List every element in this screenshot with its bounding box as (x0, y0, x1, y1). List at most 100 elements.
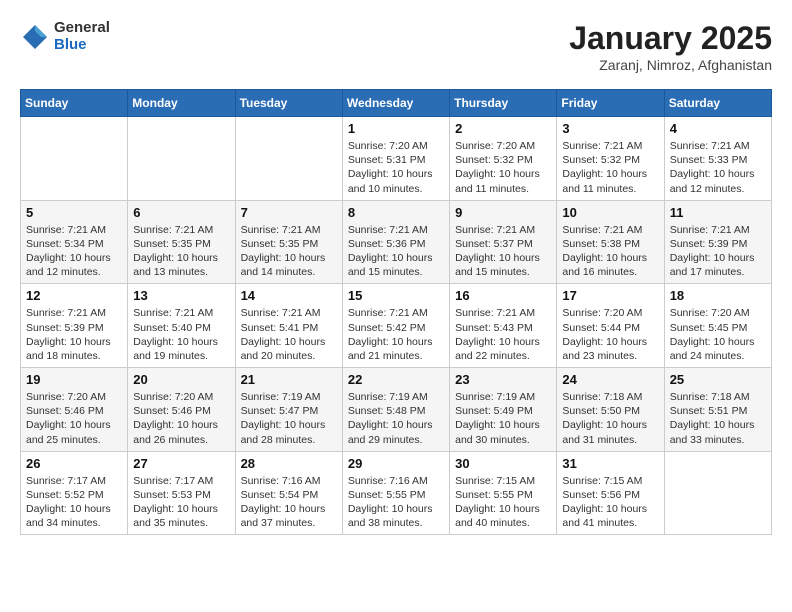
day-info: Sunrise: 7:20 AMSunset: 5:46 PMDaylight:… (26, 390, 122, 447)
cell-week2-day1: 6Sunrise: 7:21 AMSunset: 5:35 PMDaylight… (128, 200, 235, 284)
day-number: 14 (241, 288, 337, 303)
day-number: 30 (455, 456, 551, 471)
day-number: 22 (348, 372, 444, 387)
cell-week2-day5: 10Sunrise: 7:21 AMSunset: 5:38 PMDayligh… (557, 200, 664, 284)
day-info: Sunrise: 7:21 AMSunset: 5:34 PMDaylight:… (26, 223, 122, 280)
week-row-3: 12 Sunrise: 7:21 AMSunset: 5:39 PMDayligh… (21, 284, 772, 368)
day-info: Sunrise: 7:21 AMSunset: 5:40 PMDaylight:… (133, 306, 229, 363)
header-friday: Friday (557, 90, 664, 117)
day-info: Sunrise: 7:17 AMSunset: 5:52 PMDaylight:… (26, 474, 122, 531)
day-number: 6 (133, 205, 229, 220)
cell-week3-day6: 18 Sunrise: 7:20 AMSunset: 5:45 PMDayligh… (664, 284, 771, 368)
cell-week1-day1 (128, 117, 235, 201)
cell-week2-day6: 11Sunrise: 7:21 AMSunset: 5:39 PMDayligh… (664, 200, 771, 284)
logo-general: General (54, 20, 110, 37)
week-row-1: 1 Sunrise: 7:20 AMSunset: 5:31 PMDaylight… (21, 117, 772, 201)
day-info: Sunrise: 7:21 AMSunset: 5:43 PMDaylight:… (455, 306, 551, 363)
cell-week2-day4: 9 Sunrise: 7:21 AMSunset: 5:37 PMDaylight… (450, 200, 557, 284)
week-row-4: 19Sunrise: 7:20 AMSunset: 5:46 PMDayligh… (21, 368, 772, 452)
day-number: 27 (133, 456, 229, 471)
day-number: 8 (348, 205, 444, 220)
day-number: 4 (670, 121, 766, 136)
day-number: 1 (348, 121, 444, 136)
day-number: 3 (562, 121, 658, 136)
header-monday: Monday (128, 90, 235, 117)
cell-week2-day2: 7Sunrise: 7:21 AMSunset: 5:35 PMDaylight… (235, 200, 342, 284)
day-number: 28 (241, 456, 337, 471)
header-sunday: Sunday (21, 90, 128, 117)
cell-week4-day2: 21Sunrise: 7:19 AMSunset: 5:47 PMDayligh… (235, 368, 342, 452)
month-title: January 2025 (569, 20, 772, 57)
day-info: Sunrise: 7:15 AMSunset: 5:55 PMDaylight:… (455, 474, 551, 531)
cell-week1-day4: 2Sunrise: 7:20 AMSunset: 5:32 PMDaylight… (450, 117, 557, 201)
day-info: Sunrise: 7:17 AMSunset: 5:53 PMDaylight:… (133, 474, 229, 531)
day-info: Sunrise: 7:20 AMSunset: 5:44 PMDaylight:… (562, 306, 658, 363)
calendar-table: SundayMondayTuesdayWednesdayThursdayFrid… (20, 89, 772, 535)
cell-week1-day6: 4 Sunrise: 7:21 AMSunset: 5:33 PMDaylight… (664, 117, 771, 201)
day-number: 25 (670, 372, 766, 387)
day-number: 26 (26, 456, 122, 471)
day-info: Sunrise: 7:18 AMSunset: 5:51 PMDaylight:… (670, 390, 766, 447)
cell-week5-day0: 26 Sunrise: 7:17 AMSunset: 5:52 PMDayligh… (21, 451, 128, 535)
day-info: Sunrise: 7:21 AMSunset: 5:36 PMDaylight:… (348, 223, 444, 280)
day-number: 5 (26, 205, 122, 220)
cell-week3-day0: 12 Sunrise: 7:21 AMSunset: 5:39 PMDayligh… (21, 284, 128, 368)
logo-text: General Blue (54, 20, 110, 53)
day-number: 21 (241, 372, 337, 387)
cell-week2-day0: 5 Sunrise: 7:21 AMSunset: 5:34 PMDaylight… (21, 200, 128, 284)
header-thursday: Thursday (450, 90, 557, 117)
cell-week4-day3: 22Sunrise: 7:19 AMSunset: 5:48 PMDayligh… (342, 368, 449, 452)
day-number: 9 (455, 205, 551, 220)
day-number: 24 (562, 372, 658, 387)
cell-week1-day3: 1 Sunrise: 7:20 AMSunset: 5:31 PMDaylight… (342, 117, 449, 201)
day-info: Sunrise: 7:20 AMSunset: 5:46 PMDaylight:… (133, 390, 229, 447)
day-info: Sunrise: 7:21 AMSunset: 5:38 PMDaylight:… (562, 223, 658, 280)
cell-week5-day3: 29 Sunrise: 7:16 AMSunset: 5:55 PMDayligh… (342, 451, 449, 535)
day-number: 31 (562, 456, 658, 471)
day-number: 12 (26, 288, 122, 303)
cell-week4-day6: 25 Sunrise: 7:18 AMSunset: 5:51 PMDayligh… (664, 368, 771, 452)
day-info: Sunrise: 7:18 AMSunset: 5:50 PMDaylight:… (562, 390, 658, 447)
day-number: 13 (133, 288, 229, 303)
day-info: Sunrise: 7:20 AMSunset: 5:45 PMDaylight:… (670, 306, 766, 363)
day-info: Sunrise: 7:19 AMSunset: 5:49 PMDaylight:… (455, 390, 551, 447)
cell-week1-day2 (235, 117, 342, 201)
cell-week5-day5: 31 Sunrise: 7:15 AMSunset: 5:56 PMDayligh… (557, 451, 664, 535)
cell-week5-day1: 27 Sunrise: 7:17 AMSunset: 5:53 PMDayligh… (128, 451, 235, 535)
cell-week3-day4: 16 Sunrise: 7:21 AMSunset: 5:43 PMDayligh… (450, 284, 557, 368)
title-block: January 2025 Zaranj, Nimroz, Afghanistan (569, 20, 772, 73)
cell-week5-day2: 28 Sunrise: 7:16 AMSunset: 5:54 PMDayligh… (235, 451, 342, 535)
day-info: Sunrise: 7:21 AMSunset: 5:32 PMDaylight:… (562, 139, 658, 196)
header-tuesday: Tuesday (235, 90, 342, 117)
day-info: Sunrise: 7:21 AMSunset: 5:37 PMDaylight:… (455, 223, 551, 280)
day-info: Sunrise: 7:16 AMSunset: 5:54 PMDaylight:… (241, 474, 337, 531)
cell-week5-day6 (664, 451, 771, 535)
day-number: 16 (455, 288, 551, 303)
logo-blue: Blue (54, 37, 110, 54)
day-info: Sunrise: 7:21 AMSunset: 5:39 PMDaylight:… (26, 306, 122, 363)
cell-week3-day3: 15Sunrise: 7:21 AMSunset: 5:42 PMDayligh… (342, 284, 449, 368)
cell-week4-day1: 20 Sunrise: 7:20 AMSunset: 5:46 PMDayligh… (128, 368, 235, 452)
day-info: Sunrise: 7:20 AMSunset: 5:32 PMDaylight:… (455, 139, 551, 196)
calendar-header-row: SundayMondayTuesdayWednesdayThursdayFrid… (21, 90, 772, 117)
day-number: 15 (348, 288, 444, 303)
day-info: Sunrise: 7:21 AMSunset: 5:33 PMDaylight:… (670, 139, 766, 196)
header-saturday: Saturday (664, 90, 771, 117)
day-info: Sunrise: 7:21 AMSunset: 5:39 PMDaylight:… (670, 223, 766, 280)
day-info: Sunrise: 7:15 AMSunset: 5:56 PMDaylight:… (562, 474, 658, 531)
day-number: 7 (241, 205, 337, 220)
day-number: 20 (133, 372, 229, 387)
cell-week1-day0 (21, 117, 128, 201)
cell-week5-day4: 30 Sunrise: 7:15 AMSunset: 5:55 PMDayligh… (450, 451, 557, 535)
day-number: 29 (348, 456, 444, 471)
logo-icon (20, 22, 50, 52)
day-number: 18 (670, 288, 766, 303)
cell-week3-day5: 17 Sunrise: 7:20 AMSunset: 5:44 PMDayligh… (557, 284, 664, 368)
week-row-5: 26 Sunrise: 7:17 AMSunset: 5:52 PMDayligh… (21, 451, 772, 535)
cell-week4-day5: 24 Sunrise: 7:18 AMSunset: 5:50 PMDayligh… (557, 368, 664, 452)
day-info: Sunrise: 7:20 AMSunset: 5:31 PMDaylight:… (348, 139, 444, 196)
cell-week4-day4: 23Sunrise: 7:19 AMSunset: 5:49 PMDayligh… (450, 368, 557, 452)
cell-week2-day3: 8 Sunrise: 7:21 AMSunset: 5:36 PMDaylight… (342, 200, 449, 284)
day-number: 17 (562, 288, 658, 303)
day-info: Sunrise: 7:16 AMSunset: 5:55 PMDaylight:… (348, 474, 444, 531)
